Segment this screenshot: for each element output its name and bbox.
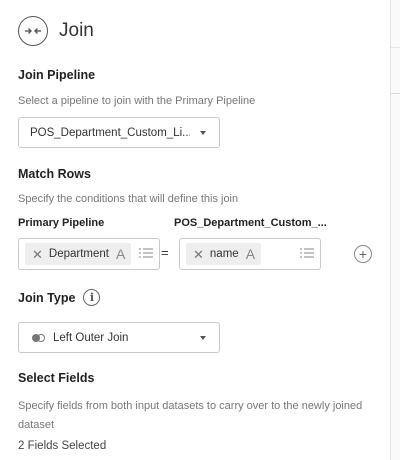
panel-header: Join [18, 16, 94, 46]
chevron-down-icon [200, 130, 206, 135]
add-condition-button[interactable]: + [354, 245, 372, 263]
select-fields-heading: Select Fields [18, 371, 95, 385]
panel-title: Join [59, 20, 94, 41]
join-config-panel: Join Join Pipeline Select a pipeline to … [0, 0, 390, 460]
join-type-value: Left Outer Join [53, 331, 129, 344]
field-chip-department[interactable]: ✕ Department A [25, 243, 132, 265]
text-type-icon: A [245, 246, 256, 262]
join-type-heading: Join Type i [18, 289, 101, 306]
join-pipeline-select[interactable]: POS_Department_Custom_Li... [18, 117, 220, 148]
join-icon [18, 16, 48, 46]
join-type-label: Join Type [18, 290, 76, 305]
plus-icon: + [358, 246, 368, 262]
remove-icon[interactable]: ✕ [193, 248, 204, 261]
left-join-icon [32, 333, 46, 342]
join-type-select[interactable]: Left Outer Join [18, 322, 220, 353]
secondary-pipeline-label: POS_Department_Custom_... [174, 217, 327, 229]
divider [391, 93, 400, 94]
list-icon[interactable] [139, 247, 153, 259]
right-edge-panel [390, 0, 400, 460]
join-pipeline-description: Select a pipeline to join with the Prima… [18, 95, 256, 107]
field-chip-label: name [209, 248, 239, 260]
chevron-down-icon [200, 335, 206, 340]
remove-icon[interactable]: ✕ [32, 248, 43, 261]
field-chip-name[interactable]: ✕ name A [186, 243, 262, 265]
match-rows-description: Specify the conditions that will define … [18, 193, 239, 205]
info-icon[interactable]: i [83, 289, 101, 306]
secondary-field-input[interactable]: ✕ name A [179, 238, 321, 270]
divider [391, 47, 400, 48]
join-pipeline-heading: Join Pipeline [18, 68, 96, 82]
primary-field-input[interactable]: ✕ Department A [18, 238, 160, 270]
fields-selected-count[interactable]: 2 Fields Selected [18, 437, 106, 456]
match-operator: = [161, 245, 169, 260]
primary-pipeline-label: Primary Pipeline [18, 217, 105, 229]
join-pipeline-value: POS_Department_Custom_Li... [30, 126, 190, 139]
match-rows-heading: Match Rows [18, 167, 91, 181]
text-type-icon: A [116, 246, 126, 262]
field-chip-label: Department [48, 248, 109, 260]
select-fields-description: Specify fields from both input datasets … [18, 400, 363, 431]
list-icon[interactable] [300, 247, 314, 259]
